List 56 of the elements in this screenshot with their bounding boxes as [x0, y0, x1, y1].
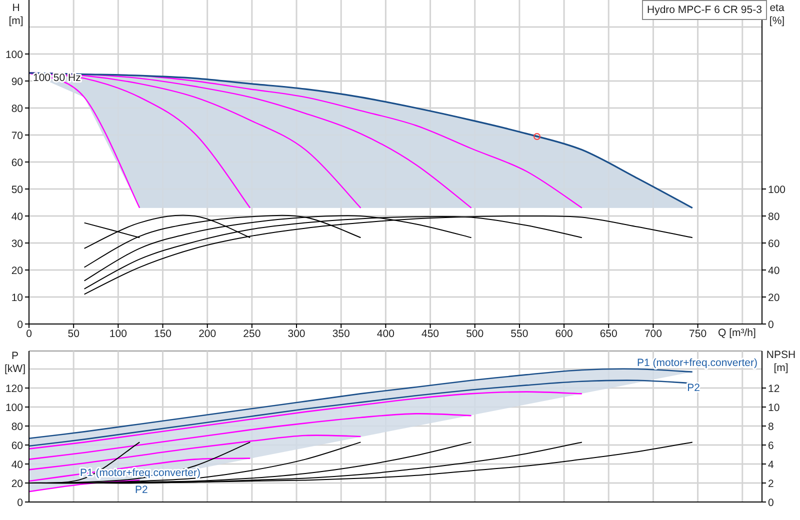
axis-title: P [kW] [4, 350, 26, 376]
axis-tick-label: 100 [109, 328, 127, 340]
axis-tick-label: 100 [5, 49, 23, 61]
axis-tick-label: 100 [768, 184, 786, 196]
axis-tick-label: 40 [11, 459, 23, 472]
axis-tick-label: 12 [768, 383, 780, 396]
axis-tick-label: 20 [768, 292, 780, 304]
axis-tick-label: 100 [5, 402, 23, 414]
axis-tick-label: 10 [768, 402, 780, 414]
axis-tick-label: 600 [555, 328, 573, 340]
axis-tick-label: 40 [768, 265, 780, 277]
axis-tick-label: 150 [154, 328, 172, 340]
axis-tick-label: 20 [11, 265, 23, 277]
axis-tick-label: 80 [11, 103, 23, 115]
axis-tick-label: 0 [17, 319, 23, 331]
legend-box: Hydro MPC-F 6 CR 95-3 [642, 0, 767, 20]
axis-tick-label: 450 [422, 328, 440, 340]
axis-tick-label: 0 [768, 319, 774, 331]
curve-label: P1 (motor+freq.converter) [637, 357, 758, 369]
axis-title: NPSH [m] [765, 349, 797, 375]
axis-tick-label: 500 [466, 328, 484, 340]
axis-tick-label: 40 [11, 211, 23, 223]
axis-tick-label: 30 [11, 238, 23, 250]
curve-label: P2 [687, 382, 700, 394]
axis-tick-label: 750 [689, 328, 707, 340]
axis-tick-label: 120 [5, 383, 23, 396]
axis-tick-label: 0 [768, 497, 774, 509]
axis-tick-label: 200 [198, 328, 216, 340]
axis-tick-label: 10 [11, 292, 23, 304]
axis-title: H [m] [8, 2, 24, 28]
axis-tick-label: 80 [768, 211, 780, 223]
axis-tick-label: 650 [600, 328, 618, 340]
axis-tick-label: 20 [11, 478, 23, 490]
axis-tick-label: 90 [11, 76, 23, 88]
axis-title: Q [m³/h] [718, 327, 756, 339]
axis-tick-label: 6 [768, 440, 774, 452]
axis-tick-label: 700 [644, 328, 662, 340]
axis-tick-label: 300 [288, 328, 306, 340]
axis-tick-label: 4 [768, 459, 774, 472]
curve-label: P2 [135, 484, 148, 496]
axis-tick-label: 60 [768, 238, 780, 250]
axis-tick-label: 550 [510, 328, 528, 340]
axis-tick-label: 350 [332, 328, 350, 340]
axis-tick-label: 80 [11, 421, 23, 434]
axis-tick-label: 0 [26, 328, 32, 340]
axis-tick-label: 70 [11, 130, 23, 142]
axis-tick-label: 60 [11, 157, 23, 169]
axis-tick-label: 250 [243, 328, 261, 340]
axis-tick-label: 50 [68, 328, 80, 340]
axis-tick-label: 60 [11, 440, 23, 452]
axis-title: eta [%] [768, 2, 786, 28]
axis-tick-label: 400 [376, 328, 394, 340]
axis-tick-label: 2 [768, 478, 774, 490]
axis-tick-label: 0 [17, 497, 23, 509]
axis-tick-label: 50 [11, 184, 23, 196]
axis-tick-label: 8 [768, 421, 774, 434]
